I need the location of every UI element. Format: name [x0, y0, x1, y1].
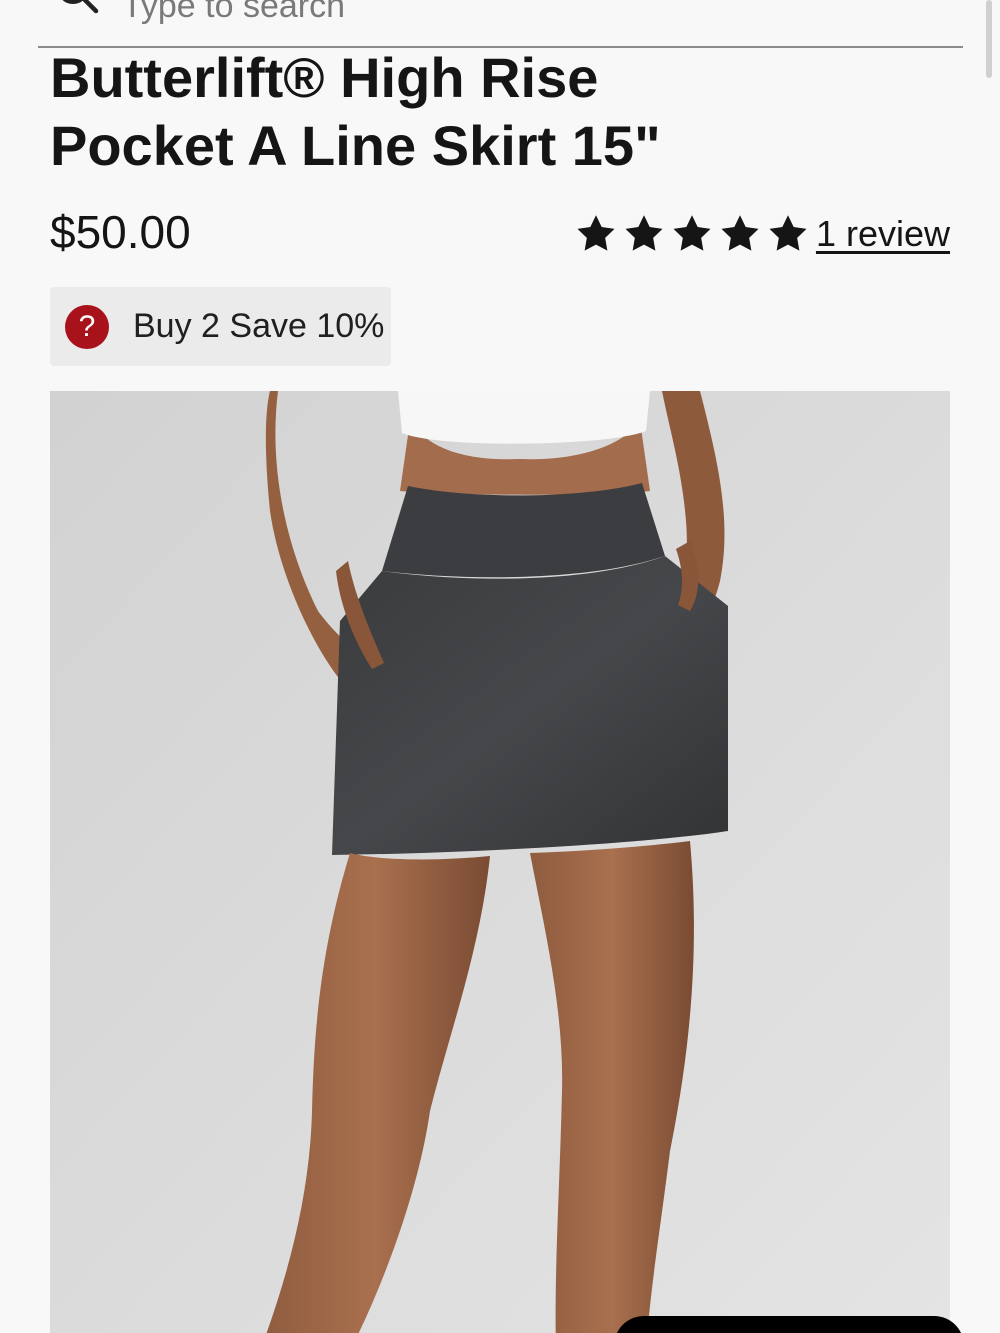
search-input[interactable]	[122, 0, 822, 26]
product-title: Butterlift® High Rise Pocket A Line Skir…	[50, 50, 661, 180]
product-title-line2: Pocket A Line Skirt 15"	[50, 114, 661, 177]
promo-badge[interactable]: ? Buy 2 Save 10%	[50, 287, 391, 366]
review-link[interactable]: 1 review	[816, 213, 950, 255]
floating-action-button[interactable]	[614, 1316, 964, 1333]
star-icon	[721, 215, 759, 251]
search-icon[interactable]	[54, 0, 102, 17]
product-image[interactable]	[50, 391, 950, 1333]
question-icon[interactable]: ?	[65, 304, 109, 349]
product-rating[interactable]: 1 review	[574, 212, 950, 256]
star-icon	[673, 215, 711, 251]
search-bar[interactable]	[38, 0, 963, 48]
product-title-line1: Butterlift® High Rise	[50, 50, 599, 109]
promo-text: Buy 2 Save 10%	[133, 307, 385, 345]
star-icon	[625, 215, 663, 251]
star-icon	[577, 215, 615, 251]
star-icon	[769, 215, 807, 251]
product-title-container: Butterlift® High Rise Pocket A Line Skir…	[0, 50, 1000, 190]
star-rating	[574, 212, 810, 256]
product-price: $50.00	[50, 206, 191, 258]
product-page: Butterlift® High Rise Pocket A Line Skir…	[0, 0, 1000, 1333]
skirt-photo	[50, 391, 950, 1333]
